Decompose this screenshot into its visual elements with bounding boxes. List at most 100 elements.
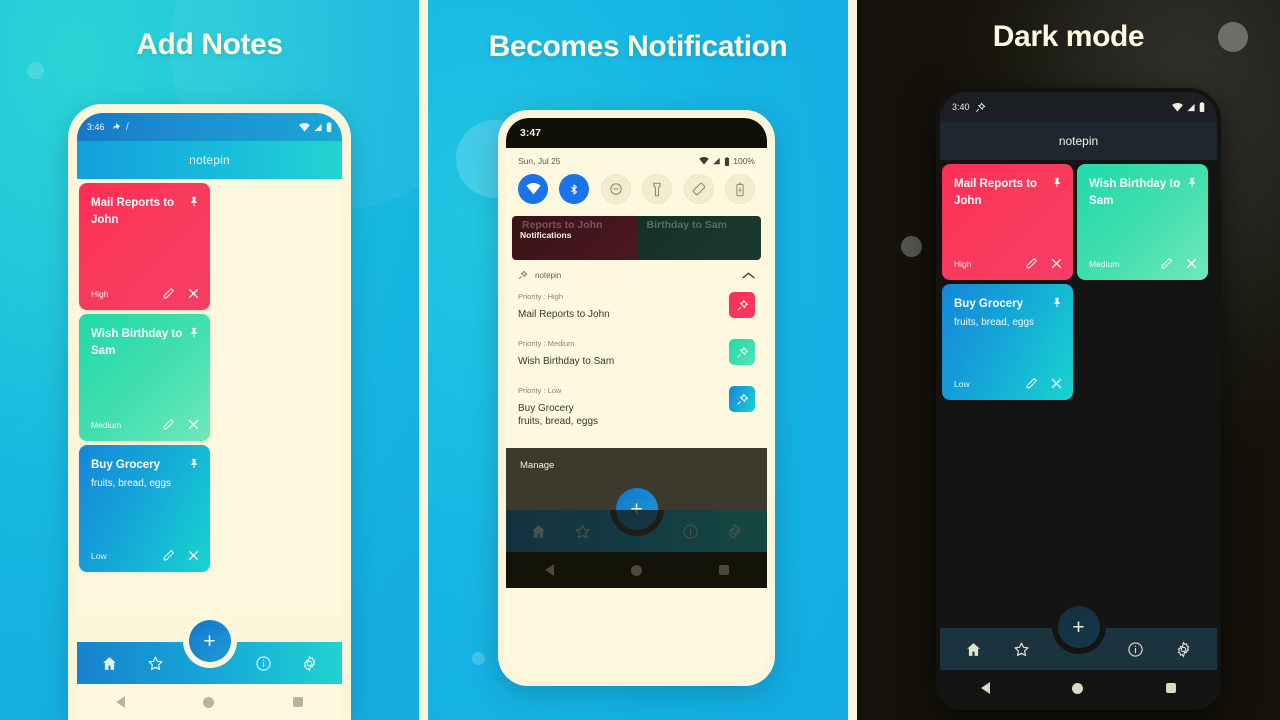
close-icon[interactable] [187,287,200,300]
recents-icon[interactable] [292,697,303,707]
notification-text: Priority : Low Buy Grocery fruits, bread… [518,386,598,428]
recents-icon[interactable] [718,565,729,575]
star-icon [575,524,590,538]
note-header: Buy Grocery [91,457,200,474]
flashlight-icon [653,182,661,196]
pin-icon [736,346,748,358]
note-actions [1025,377,1063,390]
home-circle-icon[interactable] [1072,682,1084,694]
panel-dark-mode: Dark mode 3:40 notepin Mail Reports to J… [857,0,1280,720]
nav-item-info[interactable] [251,650,277,676]
pencil-icon[interactable] [1025,257,1038,270]
recents-icon[interactable] [1165,683,1176,693]
notification-item[interactable]: Priority : Low Buy Grocery fruits, bread… [516,384,757,444]
note-card[interactable]: Wish Birthday to Sam Medium [1077,164,1208,280]
nav-item-favourites[interactable] [570,518,596,544]
pin-icon [975,102,985,112]
note-priority: Medium [1089,258,1120,269]
phone-screen-light: 3:46 \ notepin Mail Reports to John High… [77,113,342,720]
note-title: Wish Birthday to Sam [91,328,183,358]
note-card[interactable]: Buy Grocery fruits, bread, eggs Low [942,284,1073,400]
pin-icon[interactable] [189,457,200,470]
home-icon [967,642,981,656]
pin-icon[interactable] [189,195,200,208]
pencil-icon[interactable] [162,549,175,562]
panel-divider-left [419,0,428,720]
notification-title: Wish Birthday to Sam [518,356,615,367]
nav-item-info[interactable] [677,518,703,544]
wifi-icon [699,157,710,165]
note-grid: Mail Reports to John High Wish Birthday … [77,183,342,572]
back-icon[interactable] [116,696,126,708]
nav-item-home[interactable] [525,518,551,544]
battery-icon [1199,102,1205,112]
back-icon[interactable] [981,682,991,694]
pin-icon [736,299,748,311]
notification-item[interactable]: Priority : High Mail Reports to John [516,290,757,337]
notification-item[interactable]: Priority : Medium Wish Birthday to Sam [516,337,757,384]
notification-title: Buy Grocery [518,403,574,414]
note-priority: Medium [91,419,122,430]
panel-headline: Add Notes [136,28,283,61]
close-icon[interactable] [1050,257,1063,270]
pencil-icon[interactable] [162,287,175,300]
system-nav-bar [940,670,1217,706]
close-icon[interactable] [187,418,200,431]
wifi-icon [1172,102,1183,112]
note-card[interactable]: Wish Birthday to Sam Medium [79,314,210,441]
note-actions [162,287,200,300]
pin-icon[interactable] [1052,296,1063,309]
note-card[interactable]: Buy Grocery fruits, bread, eggs Low [79,445,210,572]
signal-icon [314,123,322,131]
battery-saver-tile[interactable] [724,174,755,204]
notification-text: Priority : Medium Wish Birthday to Sam [518,339,614,368]
add-note-fab[interactable]: + [188,620,231,662]
note-priority: Low [91,550,107,561]
pencil-icon[interactable] [1025,377,1038,390]
close-icon[interactable] [1050,377,1063,390]
nav-item-home[interactable] [961,636,987,662]
back-icon[interactable] [544,564,554,576]
bluetooth-tile[interactable] [559,174,590,204]
pin-icon [112,122,120,129]
status-bar-left: 3:46 \ [87,121,128,134]
pin-icon[interactable] [1187,176,1198,189]
nav-item-home[interactable] [97,650,123,676]
note-card[interactable]: Mail Reports to John High [79,183,210,310]
close-icon[interactable] [1185,257,1198,270]
note-footer: High [954,257,1063,270]
nav-item-settings[interactable] [296,650,322,676]
chevron-up-icon[interactable] [742,271,755,280]
pin-icon [736,393,748,405]
notification-group[interactable]: notepin Priority : High Mail Reports to … [506,260,767,448]
add-note-fab[interactable]: + [1057,606,1100,648]
note-card[interactable]: Mail Reports to John High [942,164,1073,280]
nav-item-favourites[interactable] [1009,636,1035,662]
home-icon [531,524,545,538]
nav-item-settings[interactable] [1170,636,1196,662]
close-icon[interactable] [187,549,200,562]
add-note-fab[interactable]: + [615,488,658,530]
pin-icon[interactable] [1052,176,1063,189]
dnd-tile[interactable] [600,174,631,204]
nav-item-settings[interactable] [722,518,748,544]
home-circle-icon[interactable] [630,564,642,576]
note-title: Mail Reports to John [954,178,1038,208]
qs-date: Sun, Jul 25 [518,156,561,166]
nav-item-favourites[interactable] [142,650,168,676]
pin-icon[interactable] [189,326,200,339]
wifi-tile[interactable] [518,174,548,204]
nav-item-info[interactable] [1122,636,1148,662]
system-nav-bar [77,684,342,720]
phone-frame-light: 3:46 \ notepin Mail Reports to John High… [68,104,351,720]
pencil-icon[interactable] [1160,257,1173,270]
note-header: Mail Reports to John [91,195,200,230]
flashlight-tile[interactable] [642,174,673,204]
note-actions [1025,257,1063,270]
quick-settings-tiles [506,168,767,216]
home-circle-icon[interactable] [203,696,215,708]
auto-rotate-tile[interactable] [683,174,714,204]
panel-headline: Dark mode [992,20,1145,53]
phone-frame-dark: 3:40 notepin Mail Reports to John High W… [936,88,1221,710]
pencil-icon[interactable] [162,418,175,431]
